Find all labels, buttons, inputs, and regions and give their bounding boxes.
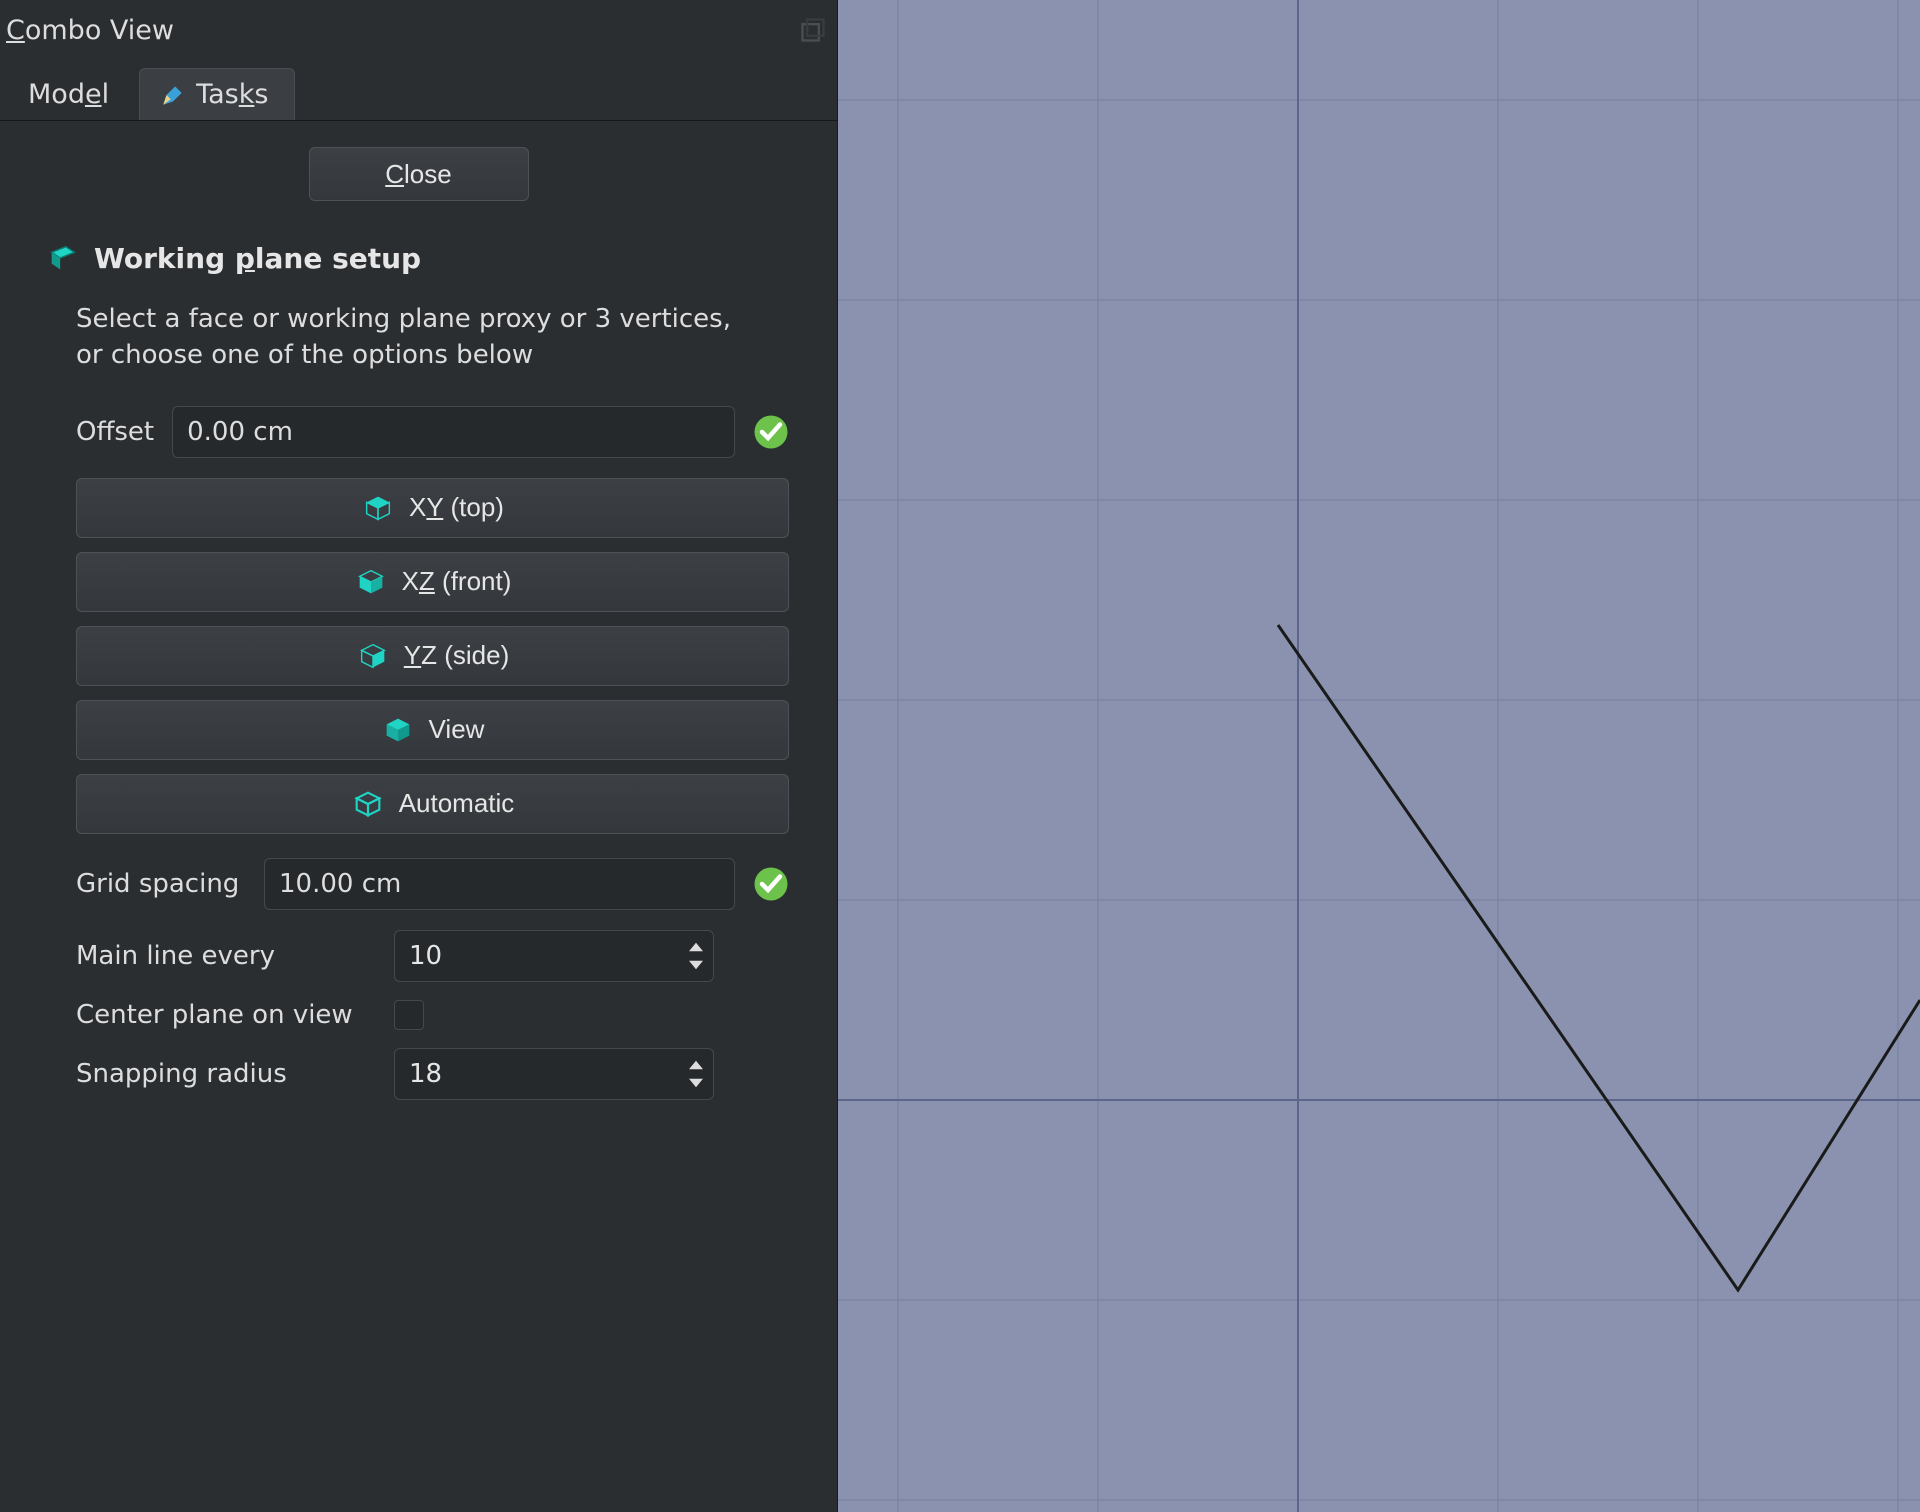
undock-icon[interactable] [799,16,827,44]
offset-input[interactable]: 0.00 cm [172,406,735,458]
center-plane-label: Center plane on view [76,1000,376,1030]
center-plane-checkbox[interactable] [394,1000,424,1030]
spin-up-icon[interactable] [685,1057,707,1073]
plane-buttons: XY (top) XZ (front) YZ (side) [76,478,789,834]
grid-spacing-input[interactable]: 10.00 cm [264,858,735,910]
snap-radius-row: Snapping radius 18 [76,1048,789,1100]
main-line-input[interactable]: 10 [394,930,714,982]
plane-auto-button[interactable]: Automatic [76,774,789,834]
combo-view-panel: Combo View Model Tasks Close [0,0,838,1512]
cube-top-icon [361,491,395,525]
sketch-line [1278,625,1920,1290]
panel-title: Combo View [6,15,174,46]
plane-view-button[interactable]: View [76,700,789,760]
working-plane-icon [46,241,80,275]
pencil-icon [160,82,186,108]
main-line-label: Main line every [76,941,376,971]
spin-down-icon[interactable] [685,1075,707,1091]
tab-bar: Model Tasks [0,60,837,121]
task-description: Select a face or working plane proxy or … [76,301,761,374]
cube-side-icon [356,639,390,673]
main-line-row: Main line every 10 [76,930,789,982]
spin-down-icon[interactable] [685,957,707,973]
snap-radius-input[interactable]: 18 [394,1048,714,1100]
plane-xy-button[interactable]: XY (top) [76,478,789,538]
grid-spacing-label: Grid spacing [76,869,246,899]
offset-label: Offset [76,417,154,447]
panel-header: Combo View [0,0,837,60]
cube-front-icon [354,565,388,599]
viewport-3d[interactable] [838,0,1920,1512]
cube-wire-icon [351,787,385,821]
viewport-grid [838,0,1920,1512]
tab-model[interactable]: Model [8,69,135,120]
cube-solid-icon [381,713,415,747]
check-icon [753,414,789,450]
section-header: Working plane setup [46,241,827,275]
plane-yz-button[interactable]: YZ (side) [76,626,789,686]
grid-spacing-row: Grid spacing 10.00 cm [76,858,789,910]
offset-row: Offset 0.00 cm [76,406,789,458]
spin-up-icon[interactable] [685,939,707,955]
snap-radius-label: Snapping radius [76,1059,376,1089]
tab-tasks[interactable]: Tasks [139,68,295,120]
task-body: Close Working plane setup Select a face … [0,121,837,1512]
plane-xz-button[interactable]: XZ (front) [76,552,789,612]
center-plane-row: Center plane on view [76,1000,789,1030]
close-button[interactable]: Close [309,147,529,201]
check-icon [753,866,789,902]
